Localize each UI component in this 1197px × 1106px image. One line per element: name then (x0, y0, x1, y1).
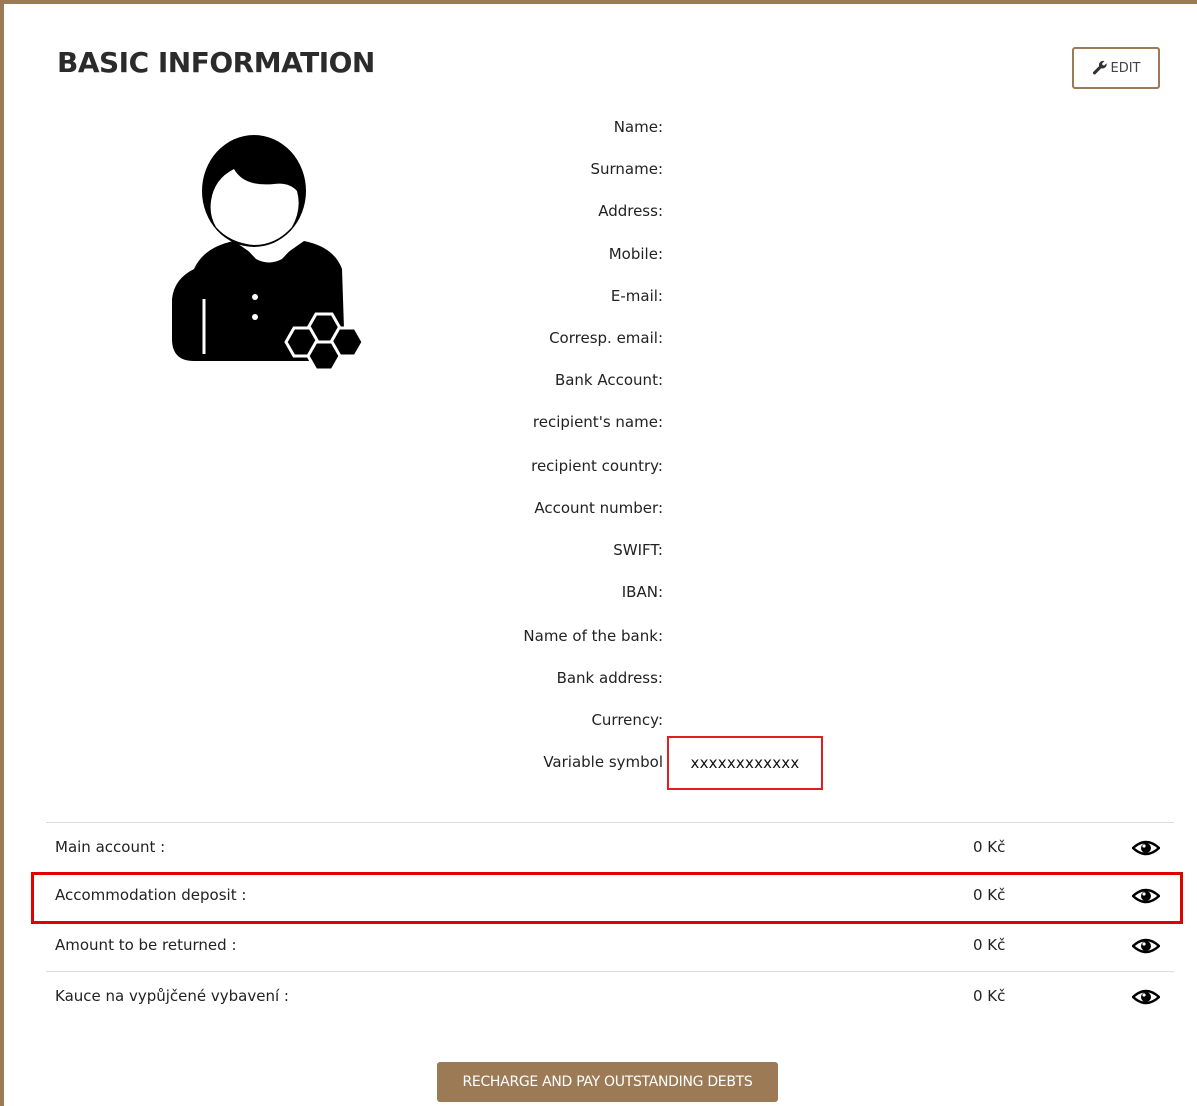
eye-icon[interactable] (1132, 988, 1160, 1006)
field-email: E-mail: (4, 281, 1197, 311)
field-recipient-country: recipient country: (4, 451, 1197, 481)
account-row-amount-to-return: Amount to be returned : 0 Kč (46, 921, 1174, 970)
edit-button-label: EDIT (1110, 60, 1141, 76)
account-label: Amount to be returned : (55, 936, 237, 954)
field-label: Name: (613, 118, 663, 136)
field-name: Name: (4, 112, 1197, 142)
variable-symbol-value: xxxxxxxxxxxx (667, 736, 823, 790)
account-label: Kauce na vypůjčené vybavení : (55, 987, 289, 1005)
field-currency: Currency: (4, 705, 1197, 735)
account-value: 0 Kč (973, 886, 1006, 904)
field-iban: IBAN: (4, 577, 1197, 607)
field-label: Mobile: (608, 245, 663, 263)
field-surname: Surname: (4, 154, 1197, 184)
field-label: Bank address: (556, 669, 663, 687)
account-row-equipment-deposit: Kauce na vypůjčené vybavení : 0 Kč (46, 971, 1174, 1020)
field-bank-account: Bank Account: (4, 365, 1197, 395)
account-value: 0 Kč (973, 936, 1006, 954)
field-label: Account number: (534, 499, 663, 517)
account-row-accommodation-deposit: Accommodation deposit : 0 Kč (46, 871, 1174, 920)
field-variable-symbol: Variable symbol (4, 747, 1197, 777)
field-swift: SWIFT: (4, 535, 1197, 565)
account-value: 0 Kč (973, 838, 1006, 856)
basic-information-panel: BASIC INFORMATION EDIT Name: Surname: Ad… (0, 0, 1197, 1106)
field-label: Address: (598, 202, 663, 220)
eye-icon[interactable] (1132, 887, 1160, 905)
field-label: Surname: (590, 160, 663, 178)
field-label: Variable symbol (543, 753, 663, 771)
eye-icon[interactable] (1132, 839, 1160, 857)
page-title: BASIC INFORMATION (57, 46, 375, 79)
field-label: Currency: (591, 711, 663, 729)
field-label: Bank Account: (554, 371, 663, 389)
field-label: Name of the bank: (523, 627, 663, 645)
field-label: recipient's name: (532, 413, 663, 431)
field-account-number: Account number: (4, 493, 1197, 523)
field-bank-name: Name of the bank: (4, 621, 1197, 651)
account-label: Main account : (55, 838, 166, 856)
field-bank-address: Bank address: (4, 663, 1197, 693)
account-row-main: Main account : 0 Kč (46, 822, 1174, 871)
field-label: E-mail: (610, 287, 663, 305)
account-label: Accommodation deposit : (55, 886, 247, 904)
field-label: Corresp. email: (549, 329, 663, 347)
field-label: SWIFT: (613, 541, 663, 559)
eye-icon[interactable] (1132, 937, 1160, 955)
account-value: 0 Kč (973, 987, 1006, 1005)
wrench-icon (1092, 60, 1107, 75)
field-label: recipient country: (531, 457, 663, 475)
field-corresp-email: Corresp. email: (4, 323, 1197, 353)
field-address: Address: (4, 196, 1197, 226)
field-mobile: Mobile: (4, 239, 1197, 269)
field-recipient-name: recipient's name: (4, 407, 1197, 437)
field-label: IBAN: (621, 583, 663, 601)
edit-button[interactable]: EDIT (1072, 47, 1160, 89)
recharge-and-pay-button[interactable]: RECHARGE AND PAY OUTSTANDING DEBTS (437, 1062, 778, 1102)
